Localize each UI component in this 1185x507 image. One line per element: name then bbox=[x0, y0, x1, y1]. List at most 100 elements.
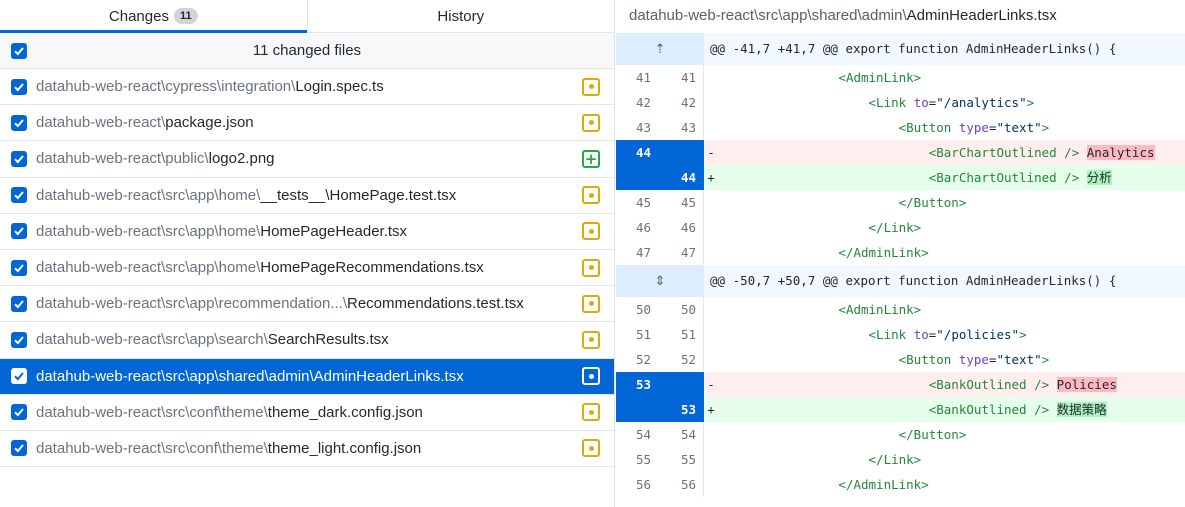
line-number-gutter[interactable]: 51 51 bbox=[616, 322, 704, 347]
old-line-number: 45 bbox=[635, 195, 651, 210]
hunk-expand-gutter[interactable]: ⇡ bbox=[616, 33, 704, 65]
line-number-gutter[interactable]: 56 56 bbox=[616, 472, 704, 497]
diff-line-context: 42 42 <Link to="/analytics"> bbox=[616, 90, 1185, 115]
code-line: </Button> bbox=[704, 422, 1185, 447]
diff-marker bbox=[704, 240, 718, 265]
file-checkbox[interactable] bbox=[11, 295, 27, 312]
line-number-gutter[interactable]: 53 bbox=[616, 397, 704, 422]
file-dir: datahub-web-react\src\app\shared\admin\ bbox=[36, 367, 314, 385]
file-checkbox[interactable] bbox=[11, 114, 27, 131]
file-checkbox[interactable] bbox=[11, 150, 27, 167]
diff-line-deleted: 53 - <BankOutlined /> Policies bbox=[616, 372, 1185, 397]
file-checkbox[interactable] bbox=[11, 223, 27, 240]
line-number-gutter[interactable]: 55 55 bbox=[616, 447, 704, 472]
expand-both-icon[interactable]: ⇕ bbox=[655, 269, 666, 294]
file-dir: datahub-web-react\public\ bbox=[36, 150, 209, 168]
diff-line-added: 53 + <BankOutlined /> 数据策略 bbox=[616, 397, 1185, 422]
file-name: HomePageHeader.tsx bbox=[260, 222, 408, 240]
old-line-number: 56 bbox=[635, 477, 651, 492]
hunk-expand-gutter[interactable]: ⇕ bbox=[616, 265, 704, 297]
file-list-item[interactable]: datahub-web-react\src\conf\theme\theme_d… bbox=[0, 395, 614, 431]
code-line: </Link> bbox=[704, 447, 1185, 472]
line-number-gutter[interactable]: 53 bbox=[616, 372, 704, 397]
file-checkbox[interactable] bbox=[11, 78, 27, 95]
line-number-gutter[interactable]: 46 46 bbox=[616, 215, 704, 240]
checkmark-icon bbox=[14, 372, 24, 381]
checkmark-icon bbox=[14, 191, 24, 200]
file-list-item[interactable]: datahub-web-react\src\app\search\SearchR… bbox=[0, 322, 614, 359]
diff-line-context: 46 46 </Link> bbox=[616, 215, 1185, 240]
file-list-item[interactable]: datahub-web-react\src\app\home\HomePageH… bbox=[0, 214, 614, 250]
changed-files-title: 11 changed files bbox=[252, 42, 362, 59]
new-line-number: 55 bbox=[680, 452, 696, 467]
old-line-number: 44 bbox=[635, 145, 651, 160]
old-line-number: 42 bbox=[635, 95, 651, 110]
diff-marker bbox=[704, 347, 718, 372]
file-list-item[interactable]: datahub-web-react\cypress\integration\Lo… bbox=[0, 69, 614, 106]
old-line-number bbox=[616, 397, 659, 422]
file-list-item[interactable]: datahub-web-react\src\app\home\__tests__… bbox=[0, 178, 614, 214]
new-line-number: 46 bbox=[680, 220, 696, 235]
new-line-number: 45 bbox=[680, 195, 696, 210]
file-path: datahub-web-react\src\app\search\SearchR… bbox=[36, 331, 582, 348]
file-list-item[interactable]: datahub-web-react\src\app\home\HomePageR… bbox=[0, 250, 614, 287]
file-checkbox[interactable] bbox=[11, 259, 27, 276]
file-name: package.json bbox=[165, 114, 254, 132]
tab-bar: Changes 11 History bbox=[0, 0, 614, 33]
select-all-checkbox[interactable] bbox=[11, 42, 27, 59]
file-checkbox[interactable] bbox=[11, 404, 27, 421]
file-modified-icon bbox=[582, 367, 600, 386]
file-name: theme_light.config.json bbox=[267, 439, 422, 457]
line-number-gutter[interactable]: 43 43 bbox=[616, 115, 704, 140]
checkmark-icon bbox=[14, 82, 24, 92]
file-path: datahub-web-react\src\app\recommendation… bbox=[36, 295, 582, 312]
file-name: AdminHeaderLinks.tsx bbox=[313, 367, 464, 385]
diff-marker bbox=[704, 190, 718, 215]
file-added-icon: + bbox=[582, 149, 600, 168]
file-dir: datahub-web-react\cypress\integration\ bbox=[36, 78, 296, 96]
line-number-gutter[interactable]: 44 bbox=[616, 140, 704, 165]
code-line: <Button type="text"> bbox=[704, 347, 1185, 372]
line-number-gutter[interactable]: 42 42 bbox=[616, 90, 704, 115]
new-line-number: 52 bbox=[680, 352, 696, 367]
file-name: __tests__\HomePage.test.tsx bbox=[260, 186, 457, 204]
file-path: datahub-web-react\src\app\home\HomePageH… bbox=[36, 223, 582, 240]
file-checkbox[interactable] bbox=[11, 331, 27, 348]
diff-line-deleted: 44 - <BarChartOutlined /> Analytics bbox=[616, 140, 1185, 165]
line-number-gutter[interactable]: 50 50 bbox=[616, 297, 704, 322]
diff-marker bbox=[704, 297, 718, 322]
expand-up-icon[interactable]: ⇡ bbox=[655, 37, 666, 62]
line-number-gutter[interactable]: 52 52 bbox=[616, 347, 704, 372]
line-number-gutter[interactable]: 47 47 bbox=[616, 240, 704, 265]
tab-changes[interactable]: Changes 11 bbox=[0, 0, 307, 33]
file-checkbox[interactable] bbox=[11, 440, 27, 457]
line-number-gutter[interactable]: 45 45 bbox=[616, 190, 704, 215]
file-checkbox[interactable] bbox=[11, 187, 27, 204]
checkmark-icon bbox=[14, 300, 24, 309]
file-name: theme_dark.config.json bbox=[267, 403, 423, 421]
file-list-item[interactable]: datahub-web-react\public\logo2.png + bbox=[0, 141, 614, 178]
file-dir: datahub-web-react\src\conf\theme\ bbox=[36, 403, 268, 421]
code-line: <AdminLink> bbox=[704, 65, 1185, 90]
old-line-number: 46 bbox=[635, 220, 651, 235]
code-line: - <BarChartOutlined /> Analytics bbox=[704, 140, 1185, 165]
line-number-gutter[interactable]: 54 54 bbox=[616, 422, 704, 447]
file-checkbox[interactable] bbox=[11, 368, 27, 385]
file-path: datahub-web-react\src\app\home\__tests__… bbox=[36, 187, 582, 204]
file-dir: datahub-web-react\src\app\home\ bbox=[36, 186, 261, 204]
tab-history[interactable]: History bbox=[306, 0, 615, 32]
changes-panel: Changes 11 History 11 changed files data… bbox=[0, 0, 615, 507]
diff-marker bbox=[704, 422, 718, 447]
file-list-item[interactable]: datahub-web-react\src\app\shared\admin\A… bbox=[0, 358, 614, 395]
new-line-number bbox=[659, 372, 704, 397]
line-number-gutter[interactable]: 41 41 bbox=[616, 65, 704, 90]
line-number-gutter[interactable]: 44 bbox=[616, 165, 704, 190]
diff-marker: + bbox=[707, 402, 715, 417]
old-line-number: 50 bbox=[635, 302, 651, 317]
file-path: datahub-web-react\package.json bbox=[36, 114, 582, 131]
old-line-number: 52 bbox=[635, 352, 651, 367]
code-line: + <BarChartOutlined /> 分析 bbox=[704, 165, 1185, 190]
file-list-item[interactable]: datahub-web-react\src\app\recommendation… bbox=[0, 286, 614, 323]
file-list-item[interactable]: datahub-web-react\package.json bbox=[0, 105, 614, 142]
file-list-item[interactable]: datahub-web-react\src\conf\theme\theme_l… bbox=[0, 431, 614, 468]
